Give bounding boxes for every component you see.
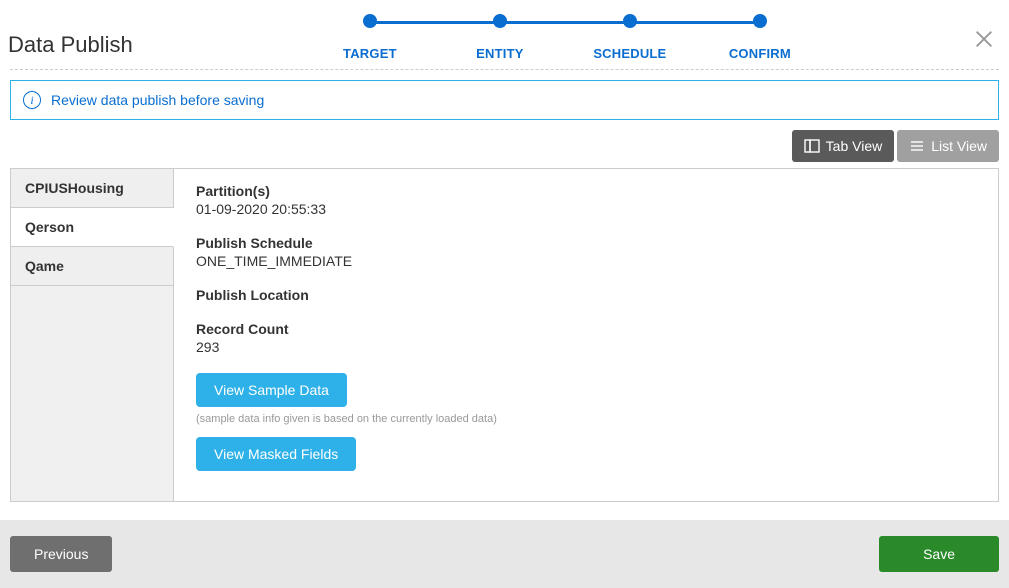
step-label: CONFIRM: [695, 46, 825, 61]
step-label: SCHEDULE: [565, 46, 695, 61]
tab-view-button[interactable]: Tab View: [792, 130, 895, 162]
close-button[interactable]: [973, 28, 995, 53]
view-masked-fields-button[interactable]: View Masked Fields: [196, 437, 356, 471]
step-entity[interactable]: ENTITY: [435, 14, 565, 61]
publish-location-label: Publish Location: [196, 287, 976, 303]
list-view-icon: [909, 138, 925, 154]
partitions-label: Partition(s): [196, 183, 976, 199]
record-count-label: Record Count: [196, 321, 976, 337]
divider: [10, 69, 999, 70]
step-target[interactable]: TARGET: [305, 14, 435, 61]
step-dot-icon: [623, 14, 637, 28]
step-label: TARGET: [305, 46, 435, 61]
view-toggle: Tab View List View: [0, 130, 1009, 168]
step-confirm[interactable]: CONFIRM: [695, 14, 825, 61]
list-view-button[interactable]: List View: [897, 130, 999, 162]
info-banner: i Review data publish before saving: [10, 80, 999, 120]
step-dot-icon: [363, 14, 377, 28]
sample-data-hint: (sample data info given is based on the …: [196, 413, 976, 425]
entity-tab-cpiushousing[interactable]: CPIUSHousing: [11, 169, 173, 208]
step-label: ENTITY: [435, 46, 565, 61]
info-text: Review data publish before saving: [51, 92, 264, 108]
publish-schedule-value: ONE_TIME_IMMEDIATE: [196, 253, 976, 269]
tab-view-icon: [804, 138, 820, 154]
footer: Previous Save: [0, 520, 1009, 588]
entity-tab-qerson[interactable]: Qerson: [11, 208, 174, 247]
stepper: TARGET ENTITY SCHEDULE CONFIRM: [133, 10, 997, 61]
tab-view-label: Tab View: [826, 138, 883, 154]
publish-schedule-label: Publish Schedule: [196, 235, 976, 251]
info-icon: i: [23, 91, 41, 109]
previous-button[interactable]: Previous: [10, 536, 112, 572]
entity-detail-panel: Partition(s) 01-09-2020 20:55:33 Publish…: [174, 169, 998, 501]
step-dot-icon: [493, 14, 507, 28]
step-schedule[interactable]: SCHEDULE: [565, 14, 695, 61]
view-sample-data-button[interactable]: View Sample Data: [196, 373, 347, 407]
close-icon: [973, 28, 995, 50]
tab-body: CPIUSHousing Qerson Qame Partition(s) 01…: [10, 168, 999, 502]
list-view-label: List View: [931, 138, 987, 154]
entity-tab-qame[interactable]: Qame: [11, 247, 173, 286]
partitions-value: 01-09-2020 20:55:33: [196, 201, 976, 217]
step-dot-icon: [753, 14, 767, 28]
entity-tab-list: CPIUSHousing Qerson Qame: [11, 169, 174, 501]
page-title: Data Publish: [8, 32, 133, 58]
save-button[interactable]: Save: [879, 536, 999, 572]
record-count-value: 293: [196, 339, 976, 355]
